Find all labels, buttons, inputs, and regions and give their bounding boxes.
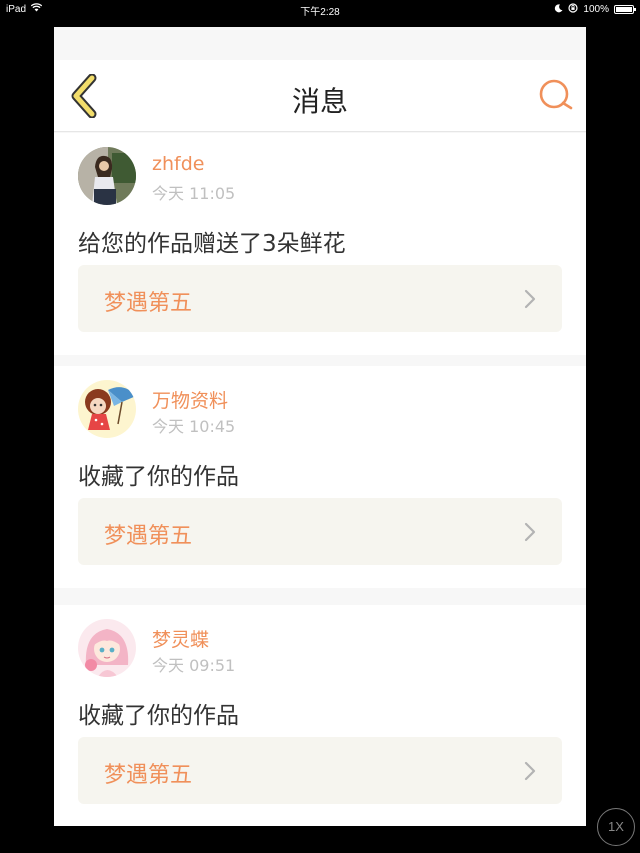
battery-icon: [614, 5, 636, 14]
avatar[interactable]: [78, 619, 136, 677]
message-text: 给您的作品赠送了3朵鲜花: [78, 231, 346, 257]
battery-percent: 100%: [583, 4, 609, 15]
message-card: 梦灵蝶 今天 09:51 收藏了你的作品 梦遇第五: [54, 605, 586, 826]
work-title: 梦遇第五: [104, 524, 193, 549]
status-time: 下午2:28: [300, 7, 340, 18]
username[interactable]: zhfde: [152, 153, 204, 175]
avatar[interactable]: [78, 380, 136, 438]
chevron-right-icon: [524, 522, 536, 546]
status-bar: iPad 下午2:28 100%: [0, 0, 640, 18]
timestamp: 今天 10:45: [152, 417, 236, 436]
username[interactable]: 万物资料: [152, 386, 228, 413]
zoom-button[interactable]: 1X: [597, 808, 635, 846]
chevron-right-icon: [524, 761, 536, 785]
message-text: 收藏了你的作品: [78, 464, 239, 490]
moon-icon: [554, 3, 563, 16]
nav-bar: 消息: [54, 60, 586, 132]
status-right: 100%: [554, 3, 636, 16]
work-title: 梦遇第五: [104, 763, 193, 788]
username[interactable]: 梦灵蝶: [152, 625, 209, 652]
work-title: 梦遇第五: [104, 291, 193, 316]
rotation-lock-icon: [568, 3, 579, 16]
timestamp: 今天 09:51: [152, 656, 236, 675]
work-link[interactable]: 梦遇第五: [78, 737, 562, 804]
timestamp: 今天 11:05: [152, 184, 236, 203]
message-card: 万物资料 今天 10:45 收藏了你的作品 梦遇第五: [54, 366, 586, 588]
message-text: 收藏了你的作品: [78, 703, 239, 729]
page-title: 消息: [291, 85, 348, 118]
work-link[interactable]: 梦遇第五: [78, 265, 562, 332]
message-card: zhfde 今天 11:05 给您的作品赠送了3朵鲜花 梦遇第五: [54, 133, 586, 355]
search-icon: [539, 79, 573, 110]
app-window: 消息 zhfde 今天 11:05 给您的作品赠送了3朵鲜花 梦遇第五 万物资料…: [54, 27, 586, 826]
chevron-right-icon: [524, 289, 536, 313]
search-button[interactable]: [538, 78, 574, 114]
work-link[interactable]: 梦遇第五: [78, 498, 562, 565]
avatar[interactable]: [78, 147, 136, 205]
